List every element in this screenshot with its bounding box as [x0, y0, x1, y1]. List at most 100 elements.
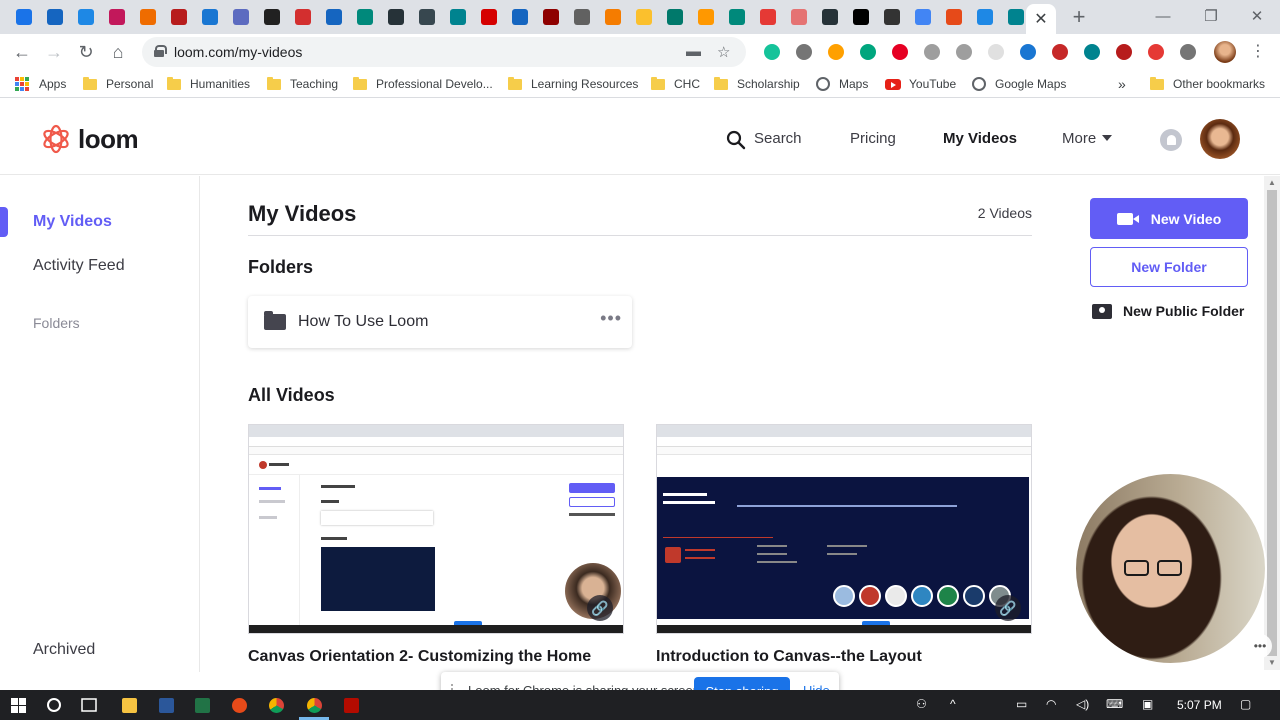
extension-icon[interactable]: [1044, 43, 1076, 61]
webcam-options-icon[interactable]: •••: [1248, 634, 1272, 658]
extension-icon[interactable]: [916, 43, 948, 61]
video-thumbnail[interactable]: 🔗: [656, 424, 1032, 634]
chrome-profile-avatar[interactable]: [1214, 41, 1236, 63]
tab-favicon-icon[interactable]: [132, 7, 163, 27]
extension-icon[interactable]: [1012, 43, 1044, 61]
extension-icon[interactable]: [1172, 43, 1204, 61]
search-icon[interactable]: [726, 130, 746, 150]
chrome-active-icon[interactable]: [305, 696, 323, 714]
bookmark-youtube[interactable]: YouTube: [885, 76, 956, 92]
back-icon[interactable]: ←: [10, 40, 34, 64]
tab-favicon-icon[interactable]: [70, 7, 101, 27]
bookmark-folder[interactable]: Learning Resources: [508, 76, 638, 92]
scroll-down-icon[interactable]: ▼: [1268, 658, 1276, 667]
tab-favicon-icon[interactable]: [442, 7, 473, 27]
chrome-menu-icon[interactable]: ⋮: [1250, 41, 1266, 61]
new-folder-button[interactable]: New Folder: [1090, 247, 1248, 287]
nav-search[interactable]: Search: [754, 130, 802, 147]
people-icon[interactable]: ⚇: [916, 697, 927, 711]
extension-icon[interactable]: [1076, 43, 1108, 61]
active-tab[interactable]: ✕: [1026, 4, 1056, 34]
tab-favicon-icon[interactable]: [535, 7, 566, 27]
link-icon[interactable]: 🔗: [587, 595, 613, 621]
file-explorer-icon[interactable]: [120, 696, 138, 714]
tab-favicon-icon[interactable]: [256, 7, 287, 27]
bookmark-folder[interactable]: Humanities: [167, 76, 250, 92]
chrome-icon[interactable]: [267, 696, 285, 714]
tab-favicon-icon[interactable]: [194, 7, 225, 27]
tab-favicon-icon[interactable]: [566, 7, 597, 27]
scroll-up-icon[interactable]: ▲: [1268, 178, 1276, 187]
new-tab-button[interactable]: +: [1066, 4, 1092, 29]
home-icon[interactable]: ⌂: [106, 40, 130, 64]
tab-favicon-icon[interactable]: [628, 7, 659, 27]
sidebar-item-my-videos[interactable]: My Videos: [33, 213, 112, 231]
video-card[interactable]: 🔗 Introduction to Canvas--the Layout: [656, 424, 1032, 666]
video-thumbnail[interactable]: 🔗: [248, 424, 624, 634]
extension-icon[interactable]: [948, 43, 980, 61]
tab-favicon-icon[interactable]: [380, 7, 411, 27]
tab-favicon-icon[interactable]: [349, 7, 380, 27]
new-video-button[interactable]: New Video: [1090, 198, 1248, 239]
bookmark-star-icon[interactable]: ☆: [717, 43, 730, 61]
tab-favicon-icon[interactable]: [163, 7, 194, 27]
tray-chevron-icon[interactable]: ^: [950, 697, 956, 711]
address-bar[interactable]: loom.com/my-videos ▬ ☆: [142, 37, 746, 67]
tab-favicon-icon[interactable]: [876, 7, 907, 27]
sidebar-item-activity-feed[interactable]: Activity Feed: [33, 257, 125, 275]
tab-favicon-icon[interactable]: [814, 7, 845, 27]
notification-bell-icon[interactable]: [1160, 129, 1182, 151]
window-close-icon[interactable]: ✕: [1234, 4, 1280, 28]
nav-pricing[interactable]: Pricing: [850, 130, 896, 147]
word-icon[interactable]: [157, 696, 175, 714]
scroll-thumb[interactable]: [1267, 190, 1277, 656]
forward-icon[interactable]: →: [42, 40, 66, 64]
avatar[interactable]: [1200, 119, 1240, 159]
tab-favicon-icon[interactable]: [690, 7, 721, 27]
tab-favicon-icon[interactable]: [752, 7, 783, 27]
volume-icon[interactable]: ◁): [1076, 697, 1089, 711]
cortana-search-icon[interactable]: [45, 696, 63, 714]
nav-more[interactable]: More: [1062, 130, 1113, 147]
tab-favicon-icon[interactable]: [318, 7, 349, 27]
tab-favicon-icon[interactable]: [8, 7, 39, 27]
excel-icon[interactable]: [193, 696, 211, 714]
sidebar-item-archived[interactable]: Archived: [33, 641, 95, 659]
tab-favicon-icon[interactable]: [39, 7, 70, 27]
bookmark-folder[interactable]: Personal: [83, 76, 153, 92]
tab-favicon-icon[interactable]: [225, 7, 256, 27]
tab-favicon-icon[interactable]: [101, 7, 132, 27]
folder-more-icon[interactable]: •••: [600, 308, 622, 329]
minimize-icon[interactable]: —: [1140, 4, 1186, 28]
webcam-bubble[interactable]: [1074, 472, 1267, 665]
task-view-icon[interactable]: [80, 696, 98, 714]
tab-favicon-icon[interactable]: [783, 7, 814, 27]
bookmark-other[interactable]: Other bookmarks: [1150, 76, 1265, 92]
windows-start-icon[interactable]: [9, 696, 27, 714]
extension-icon[interactable]: [980, 43, 1012, 61]
loom-logo[interactable]: loom: [40, 123, 139, 155]
new-public-folder-button[interactable]: New Public Folder: [1092, 301, 1244, 321]
input-icon[interactable]: ▣: [1142, 697, 1153, 711]
tab-favicon-icon[interactable]: [845, 7, 876, 27]
app-icon[interactable]: [230, 696, 248, 714]
bookmark-maps[interactable]: Maps: [816, 76, 868, 92]
extension-icon[interactable]: [852, 43, 884, 61]
extension-icon[interactable]: [788, 43, 820, 61]
close-tab-icon[interactable]: ✕: [1034, 9, 1047, 29]
bookmark-folder[interactable]: Professional Develo...: [353, 76, 493, 92]
tab-favicon-icon[interactable]: [287, 7, 318, 27]
tab-favicon-icon[interactable]: [907, 7, 938, 27]
restore-icon[interactable]: ❐: [1188, 4, 1234, 28]
camera-icon[interactable]: ▬: [686, 43, 701, 60]
tab-favicon-icon[interactable]: [721, 7, 752, 27]
tab-favicon-icon[interactable]: [597, 7, 628, 27]
extension-icon[interactable]: [884, 43, 916, 61]
page-scrollbar[interactable]: ▲ ▼: [1264, 176, 1280, 670]
tab-favicon-icon[interactable]: [938, 7, 969, 27]
battery-icon[interactable]: ▭: [1016, 697, 1027, 711]
extension-icon[interactable]: [1108, 43, 1140, 61]
bookmarks-overflow-icon[interactable]: »: [1118, 76, 1126, 92]
keyboard-icon[interactable]: ⌨: [1106, 697, 1123, 711]
tab-favicon-icon[interactable]: [659, 7, 690, 27]
